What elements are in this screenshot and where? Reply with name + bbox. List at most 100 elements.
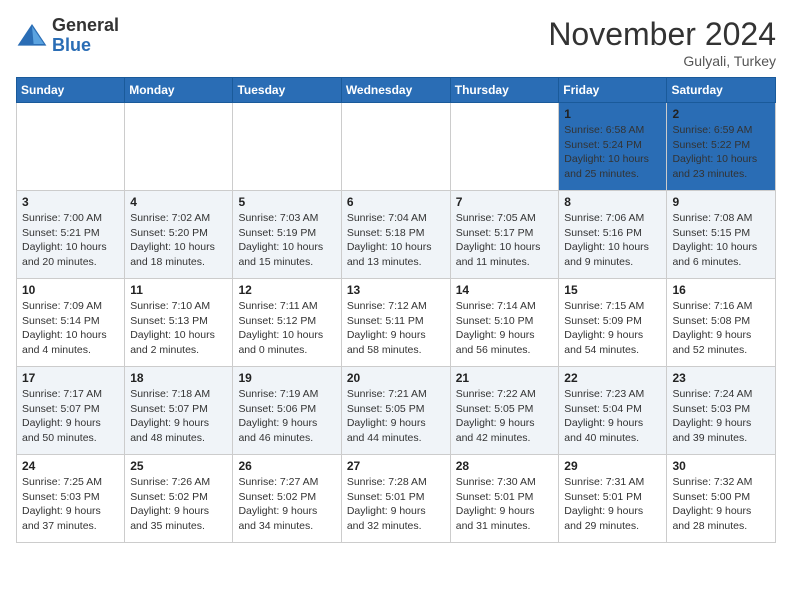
page-header: General Blue November 2024 Gulyali, Turk… [16,16,776,69]
day-info: Sunrise: 7:30 AMSunset: 5:01 PMDaylight:… [456,475,554,534]
calendar-week-row: 10Sunrise: 7:09 AMSunset: 5:14 PMDayligh… [17,279,776,367]
calendar-day-cell: 7 Sunrise: 7:05 AMSunset: 5:17 PMDaylight… [450,191,559,279]
day-number: 27 [347,459,445,473]
calendar-day-cell: 13 Sunrise: 7:12 AMSunset: 5:11 PMDayligh… [341,279,450,367]
calendar-day-cell: 8Sunrise: 7:06 AMSunset: 5:16 PMDaylight… [559,191,667,279]
day-number: 13 [347,283,445,297]
day-info: Sunrise: 7:15 AMSunset: 5:09 PMDaylight:… [564,299,661,358]
day-info: Sunrise: 7:05 AMSunset: 5:17 PMDaylight:… [456,211,554,270]
day-number: 16 [672,283,770,297]
calendar-day-cell: 16 Sunrise: 7:16 AMSunset: 5:08 PMDayligh… [667,279,776,367]
calendar-day-cell: 9 Sunrise: 7:08 AMSunset: 5:15 PMDaylight… [667,191,776,279]
weekday-header: Tuesday [233,78,341,103]
day-number: 8 [564,195,661,209]
weekday-header: Sunday [17,78,125,103]
day-number: 14 [456,283,554,297]
calendar-day-cell: 3 Sunrise: 7:00 AMSunset: 5:21 PMDaylight… [17,191,125,279]
calendar-day-cell: 26 Sunrise: 7:27 AMSunset: 5:02 PMDayligh… [233,455,341,543]
weekday-header: Monday [125,78,233,103]
month-title: November 2024 [548,16,776,53]
calendar-day-cell: 17 Sunrise: 7:17 AMSunset: 5:07 PMDayligh… [17,367,125,455]
day-info: Sunrise: 7:32 AMSunset: 5:00 PMDaylight:… [672,475,770,534]
calendar-day-cell: 14 Sunrise: 7:14 AMSunset: 5:10 PMDayligh… [450,279,559,367]
day-info: Sunrise: 7:19 AMSunset: 5:06 PMDaylight:… [238,387,335,446]
day-info: Sunrise: 6:58 AMSunset: 5:24 PMDaylight:… [564,123,661,182]
calendar-day-cell: 21 Sunrise: 7:22 AMSunset: 5:05 PMDayligh… [450,367,559,455]
calendar-day-cell: 10Sunrise: 7:09 AMSunset: 5:14 PMDayligh… [17,279,125,367]
day-info: Sunrise: 7:12 AMSunset: 5:11 PMDaylight:… [347,299,445,358]
day-info: Sunrise: 7:00 AMSunset: 5:21 PMDaylight:… [22,211,119,270]
day-info: Sunrise: 6:59 AMSunset: 5:22 PMDaylight:… [672,123,770,182]
calendar-week-row: 3 Sunrise: 7:00 AMSunset: 5:21 PMDaylight… [17,191,776,279]
day-number: 21 [456,371,554,385]
day-number: 11 [130,283,227,297]
day-info: Sunrise: 7:31 AMSunset: 5:01 PMDaylight:… [564,475,661,534]
day-number: 18 [130,371,227,385]
calendar-day-cell: 24 Sunrise: 7:25 AMSunset: 5:03 PMDayligh… [17,455,125,543]
weekday-header: Wednesday [341,78,450,103]
day-number: 5 [238,195,335,209]
calendar-day-cell: 22 Sunrise: 7:23 AMSunset: 5:04 PMDayligh… [559,367,667,455]
calendar-day-cell: 23Sunrise: 7:24 AMSunset: 5:03 PMDayligh… [667,367,776,455]
day-info: Sunrise: 7:24 AMSunset: 5:03 PMDaylight:… [672,387,770,446]
calendar-day-cell: 2 Sunrise: 6:59 AMSunset: 5:22 PMDaylight… [667,103,776,191]
day-number: 30 [672,459,770,473]
day-info: Sunrise: 7:10 AMSunset: 5:13 PMDaylight:… [130,299,227,358]
day-number: 20 [347,371,445,385]
calendar-day-cell: 25 Sunrise: 7:26 AMSunset: 5:02 PMDayligh… [125,455,233,543]
day-number: 25 [130,459,227,473]
day-info: Sunrise: 7:26 AMSunset: 5:02 PMDaylight:… [130,475,227,534]
calendar-day-cell: 12 Sunrise: 7:11 AMSunset: 5:12 PMDayligh… [233,279,341,367]
calendar-day-cell: 29 Sunrise: 7:31 AMSunset: 5:01 PMDayligh… [559,455,667,543]
calendar-day-cell: 19Sunrise: 7:19 AMSunset: 5:06 PMDayligh… [233,367,341,455]
calendar-day-cell: 18Sunrise: 7:18 AMSunset: 5:07 PMDayligh… [125,367,233,455]
calendar-day-cell: 6 Sunrise: 7:04 AMSunset: 5:18 PMDaylight… [341,191,450,279]
day-info: Sunrise: 7:22 AMSunset: 5:05 PMDaylight:… [456,387,554,446]
day-number: 7 [456,195,554,209]
logo-text: General Blue [52,16,119,56]
day-info: Sunrise: 7:16 AMSunset: 5:08 PMDaylight:… [672,299,770,358]
weekday-header: Thursday [450,78,559,103]
calendar-day-cell: 15 Sunrise: 7:15 AMSunset: 5:09 PMDayligh… [559,279,667,367]
day-info: Sunrise: 7:27 AMSunset: 5:02 PMDaylight:… [238,475,335,534]
day-info: Sunrise: 7:04 AMSunset: 5:18 PMDaylight:… [347,211,445,270]
calendar-day-cell [17,103,125,191]
day-number: 17 [22,371,119,385]
day-info: Sunrise: 7:25 AMSunset: 5:03 PMDaylight:… [22,475,119,534]
title-block: November 2024 Gulyali, Turkey [548,16,776,69]
day-number: 6 [347,195,445,209]
day-number: 3 [22,195,119,209]
day-number: 4 [130,195,227,209]
day-number: 24 [22,459,119,473]
day-info: Sunrise: 7:14 AMSunset: 5:10 PMDaylight:… [456,299,554,358]
calendar-day-cell [125,103,233,191]
calendar-day-cell: 4 Sunrise: 7:02 AMSunset: 5:20 PMDaylight… [125,191,233,279]
day-number: 12 [238,283,335,297]
day-number: 10 [22,283,119,297]
logo: General Blue [16,16,119,56]
day-number: 26 [238,459,335,473]
day-info: Sunrise: 7:28 AMSunset: 5:01 PMDaylight:… [347,475,445,534]
calendar-week-row: 1Sunrise: 6:58 AMSunset: 5:24 PMDaylight… [17,103,776,191]
weekday-header-row: SundayMondayTuesdayWednesdayThursdayFrid… [17,78,776,103]
day-info: Sunrise: 7:23 AMSunset: 5:04 PMDaylight:… [564,387,661,446]
day-number: 22 [564,371,661,385]
day-info: Sunrise: 7:02 AMSunset: 5:20 PMDaylight:… [130,211,227,270]
calendar-day-cell [341,103,450,191]
day-number: 2 [672,107,770,121]
calendar-week-row: 24 Sunrise: 7:25 AMSunset: 5:03 PMDayligh… [17,455,776,543]
calendar-day-cell: 27 Sunrise: 7:28 AMSunset: 5:01 PMDayligh… [341,455,450,543]
calendar-day-cell [233,103,341,191]
day-info: Sunrise: 7:03 AMSunset: 5:19 PMDaylight:… [238,211,335,270]
day-number: 15 [564,283,661,297]
day-info: Sunrise: 7:08 AMSunset: 5:15 PMDaylight:… [672,211,770,270]
calendar-day-cell [450,103,559,191]
weekday-header: Friday [559,78,667,103]
calendar-day-cell: 1Sunrise: 6:58 AMSunset: 5:24 PMDaylight… [559,103,667,191]
day-info: Sunrise: 7:17 AMSunset: 5:07 PMDaylight:… [22,387,119,446]
day-number: 9 [672,195,770,209]
calendar-day-cell: 5 Sunrise: 7:03 AMSunset: 5:19 PMDaylight… [233,191,341,279]
day-info: Sunrise: 7:11 AMSunset: 5:12 PMDaylight:… [238,299,335,358]
day-number: 29 [564,459,661,473]
day-info: Sunrise: 7:21 AMSunset: 5:05 PMDaylight:… [347,387,445,446]
